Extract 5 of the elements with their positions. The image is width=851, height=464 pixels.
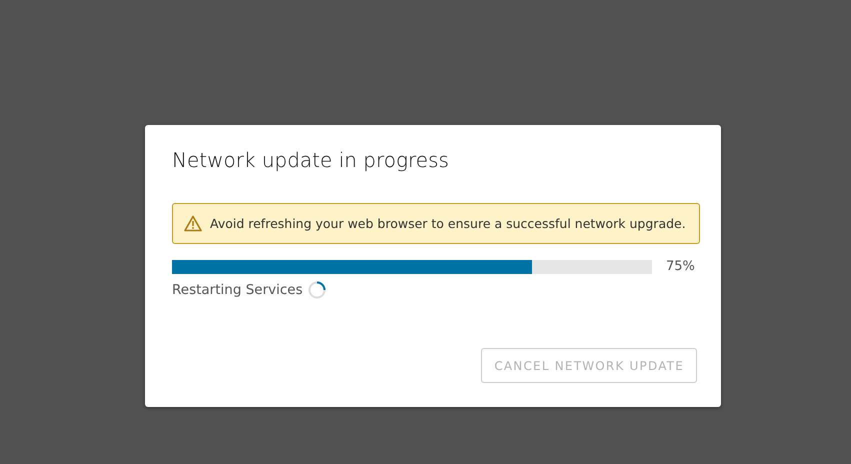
alert-message: Avoid refreshing your web browser to ensure a successful network upgrade. <box>210 215 686 233</box>
warning-icon <box>184 215 202 232</box>
status-text: Restarting Services <box>172 282 303 298</box>
progress-percent: 75% <box>666 259 695 274</box>
dialog-title: Network update in progress <box>172 147 450 173</box>
